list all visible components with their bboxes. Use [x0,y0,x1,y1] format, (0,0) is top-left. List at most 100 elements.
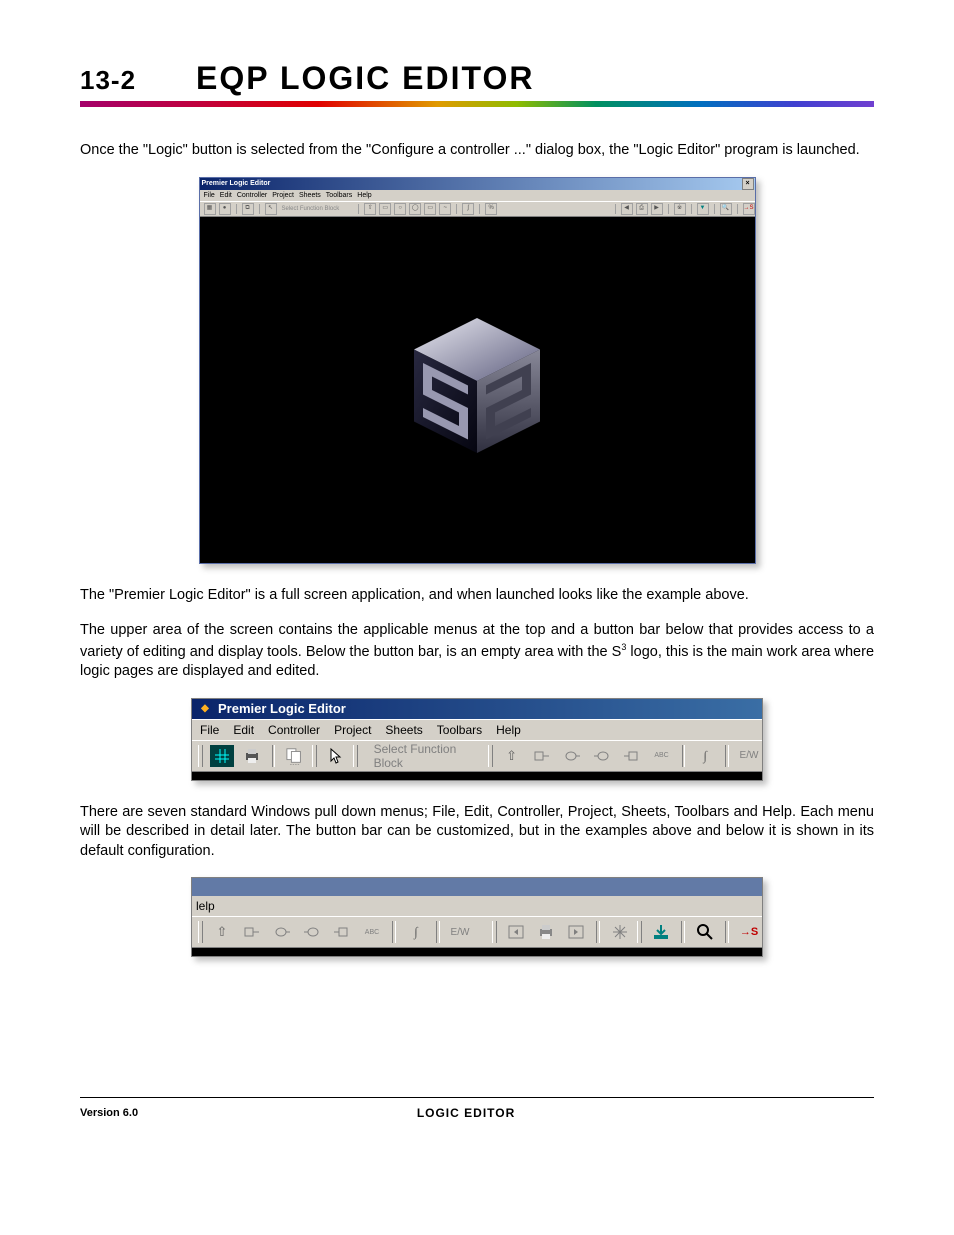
window-titlebar[interactable]: ◆ Premier Logic Editor [192,699,762,719]
toolbar-separator [392,921,396,943]
toolbar-button[interactable]: % [485,203,497,215]
oval-button[interactable] [559,744,585,768]
snap-button[interactable] [607,920,633,944]
titlebar-gap [192,878,762,896]
toolbar-button[interactable]: ※ [674,203,686,215]
toolbar-button[interactable]: ⧉ [242,203,254,215]
menu-help[interactable]: Help [357,192,371,199]
toolbar-button[interactable]: ~ [439,203,451,215]
window-title: Premier Logic Editor [218,701,346,716]
box-out-button[interactable] [239,920,265,944]
toolbar-grip[interactable] [488,745,493,767]
text-button[interactable]: ABC [649,744,675,768]
toolbar: ▦ ● ⧉ ↖ Select Function Block ⇧ ▭ ○ ◯ ▭ … [200,201,755,217]
toolbar-grip[interactable] [198,745,203,767]
text-button[interactable]: ABC [359,920,385,944]
toolbar-button[interactable]: ↖ [265,203,277,215]
menu-toolbars[interactable]: Toolbars [326,192,352,199]
toolbar-separator [737,204,738,214]
toolbar-grip[interactable] [492,921,497,943]
menubar: File Edit Controller Project Sheets Tool… [192,719,762,740]
toolbar-grip[interactable] [353,745,358,767]
zoom-icon[interactable]: 🔍 [720,203,732,215]
menu-edit[interactable]: Edit [233,723,254,737]
up-arrow-button[interactable]: ⇧ [209,920,235,944]
paragraph-1: Once the "Logic" button is selected from… [80,141,874,161]
menu-file[interactable]: File [204,192,215,199]
toolbar-separator [596,921,600,943]
toolbar-button[interactable]: ◀ [621,203,633,215]
menu-toolbars[interactable]: Toolbars [437,723,482,737]
window-title: Premier Logic Editor [202,180,271,187]
menu-project[interactable]: Project [272,192,294,199]
ew-button[interactable]: E/W [736,744,762,768]
up-arrow-button[interactable]: ⇧ [499,744,525,768]
toolbar-button[interactable]: ▼ [697,203,709,215]
toolbar-separator [725,921,729,943]
oval-in-button[interactable] [589,744,615,768]
toolbar-button[interactable]: →S [743,203,755,215]
sheet-button[interactable]: 0000 [282,744,308,768]
box-out-button[interactable] [529,744,555,768]
paragraph-3: The upper area of the screen contains th… [80,621,874,682]
ew-button[interactable]: E/W [447,920,473,944]
menu-sheets[interactable]: Sheets [299,192,321,199]
toolbar-button[interactable]: ⇧ [364,203,376,215]
menu-controller[interactable]: Controller [268,723,320,737]
toolbar-button[interactable]: ▭ [379,203,391,215]
menu-sheets[interactable]: Sheets [385,723,422,737]
toolbar-grip[interactable] [198,921,203,943]
oval-button[interactable] [269,920,295,944]
grid-button[interactable] [209,744,235,768]
toolbar-separator [272,745,276,767]
toolbar-button[interactable]: ▭ [424,203,436,215]
logic-canvas [200,217,755,563]
send-button[interactable]: →S [736,920,762,944]
toolbar-separator [436,921,440,943]
screenshot-menubar-left: ◆ Premier Logic Editor File Edit Control… [191,698,763,781]
paragraph-4: There are seven standard Windows pull do… [80,803,874,862]
menu-file[interactable]: File [200,723,219,737]
toolbar-button[interactable]: ▦ [204,203,216,215]
toolbar-grip[interactable] [312,745,317,767]
toolbar-separator [236,204,237,214]
s3-logo [387,300,567,480]
toolbar-button[interactable]: ○ [394,203,406,215]
next-sheet-button[interactable] [563,920,589,944]
box-in-button[interactable] [329,920,355,944]
toolbar-button[interactable]: ● [219,203,231,215]
close-icon[interactable]: × [742,178,754,190]
toolbar-button[interactable]: ▶ [651,203,663,215]
integral-button[interactable]: ∫ [692,744,718,768]
toolbar-button[interactable]: ∫ [462,203,474,215]
toolbar-separator [668,204,669,214]
toolbar-separator [358,204,359,214]
select-function-block-label: Select Function Block [364,742,484,770]
download-button[interactable] [648,920,674,944]
select-function-block-label: Select Function Block [280,206,354,212]
canvas-strip [192,772,762,780]
toolbar-button[interactable]: ⎙ [636,203,648,215]
cursor-button[interactable] [323,744,349,768]
toolbar-button[interactable]: ◯ [409,203,421,215]
menu-help-fragment[interactable]: lelp [196,899,215,913]
box-in-button[interactable] [619,744,645,768]
printer-button[interactable] [239,744,265,768]
toolbar-separator [615,204,616,214]
toolbar-grip[interactable] [637,921,642,943]
menu-help[interactable]: Help [496,723,521,737]
screenshot-toolbar-right: lelp ⇧ ABC ∫ E/W [191,877,763,957]
window-titlebar[interactable]: Premier Logic Editor × [200,178,755,190]
integral-button[interactable]: ∫ [403,920,429,944]
menu-edit[interactable]: Edit [220,192,232,199]
footer-rule [80,1097,874,1098]
toolbar-separator [691,204,692,214]
print-button[interactable] [533,920,559,944]
oval-in-button[interactable] [299,920,325,944]
zoom-icon[interactable] [692,920,718,944]
menu-project[interactable]: Project [334,723,371,737]
page-title: EQP LOGIC EDITOR [196,60,534,97]
prev-sheet-button[interactable] [503,920,529,944]
app-icon: ◆ [198,702,212,716]
menu-controller[interactable]: Controller [237,192,267,199]
